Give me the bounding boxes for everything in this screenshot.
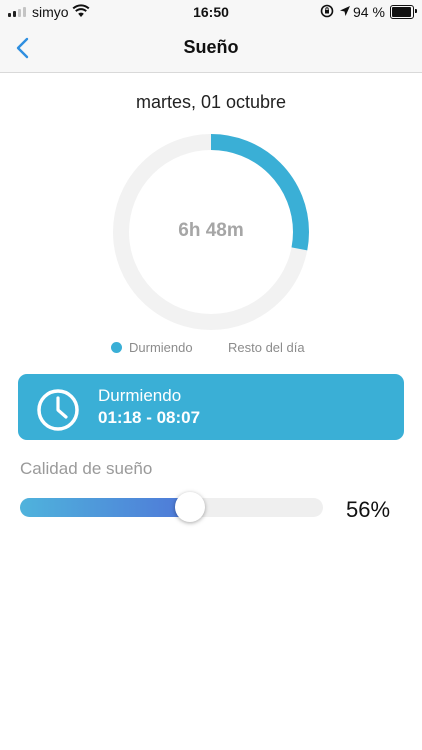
page-title: Sueño bbox=[183, 37, 239, 57]
clock-icon bbox=[37, 389, 79, 431]
sleep-period-card[interactable]: Durmiendo 01:18 - 08:07 bbox=[18, 374, 404, 440]
slider-thumb[interactable] bbox=[174, 492, 205, 522]
slider-fill bbox=[20, 498, 190, 517]
navigation-bar: Sueño bbox=[0, 24, 422, 73]
battery-icon bbox=[390, 5, 417, 19]
status-bar: simyo 16:50 94 % bbox=[0, 0, 422, 24]
legend-sleep-dot bbox=[111, 342, 122, 353]
sleep-quality-label: Calidad de sueño bbox=[20, 459, 153, 478]
location-icon bbox=[340, 6, 350, 16]
sleep-duration: 6h 48m bbox=[178, 220, 244, 241]
legend-sleep-label: Durmiendo bbox=[129, 340, 193, 355]
rotation-lock-icon bbox=[320, 4, 334, 18]
sleep-card-title: Durmiendo bbox=[98, 386, 182, 405]
battery-percent: 94 % bbox=[353, 4, 385, 20]
sleep-quality-value: 56% bbox=[346, 497, 391, 522]
sleep-time-range: 01:18 - 08:07 bbox=[98, 408, 201, 427]
sleep-quality-slider[interactable] bbox=[20, 492, 323, 522]
date-label: martes, 01 octubre bbox=[135, 92, 287, 112]
legend-rest-label: Resto del día bbox=[228, 340, 305, 355]
